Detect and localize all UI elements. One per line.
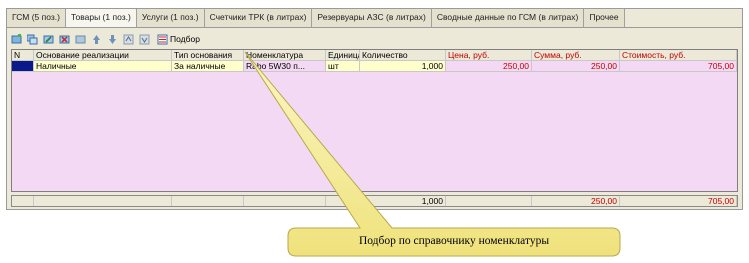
cell-basis-type[interactable]: За наличные <box>172 61 244 72</box>
document-form-panel: ГСМ (5 поз.) Товары (1 поз.) Услуги (1 п… <box>6 8 743 210</box>
cell-sum[interactable]: 250,00 <box>532 61 620 72</box>
col-header-sum[interactable]: Сумма, руб. <box>532 50 620 61</box>
callout-text: Подбор по справочнику номенклатуры <box>358 235 550 247</box>
tab-other[interactable]: Прочее <box>584 9 625 27</box>
tab-tanks[interactable]: Резервуары АЗС (в литрах) <box>312 9 432 27</box>
cell-basis[interactable]: Наличные <box>34 61 172 72</box>
tab-services[interactable]: Услуги (1 поз.) <box>136 9 205 27</box>
table-header-row: N Основание реализации Тип основания Ном… <box>12 50 737 61</box>
edit-row-icon[interactable] <box>43 34 54 45</box>
copy-row-icon[interactable] <box>27 34 38 45</box>
table-row[interactable]: Наличные За наличные Rabo 5W30 п... шт 1… <box>12 61 737 72</box>
sort-asc-icon[interactable] <box>123 34 134 45</box>
table-totals-row: 1,000 250,00 705,00 <box>11 195 738 207</box>
col-header-unit[interactable]: Единица <box>326 50 360 61</box>
tab-pump-counters[interactable]: Счетчики ТРК (в литрах) <box>204 9 313 27</box>
tab-bar: ГСМ (5 поз.) Товары (1 поз.) Услуги (1 п… <box>7 9 742 28</box>
col-header-basis[interactable]: Основание реализации <box>34 50 172 61</box>
tab-fuel[interactable]: ГСМ (5 поз.) <box>7 9 66 27</box>
select-button-label: Подбор <box>170 34 200 44</box>
select-button[interactable]: Подбор <box>157 34 200 45</box>
add-row-icon[interactable] <box>11 33 22 45</box>
move-up-icon[interactable] <box>91 34 102 45</box>
col-header-number[interactable]: N <box>12 50 34 61</box>
col-header-price[interactable]: Цена, руб. <box>446 50 532 61</box>
total-cost: 705,00 <box>620 196 737 206</box>
total-quantity: 1,000 <box>360 196 446 206</box>
total-sum: 250,00 <box>532 196 620 206</box>
delete-row-icon[interactable] <box>59 34 70 45</box>
cell-quantity[interactable]: 1,000 <box>360 61 446 72</box>
tab-goods[interactable]: Товары (1 поз.) <box>65 9 137 27</box>
select-list-icon <box>157 34 168 45</box>
cell-cost[interactable]: 705,00 <box>620 61 737 72</box>
goods-table: N Основание реализации Тип основания Ном… <box>11 49 738 192</box>
cell-item[interactable]: Rabo 5W30 п... <box>244 61 326 72</box>
end-edit-icon[interactable] <box>75 34 86 45</box>
col-header-basis-type[interactable]: Тип основания <box>172 50 244 61</box>
grid-toolbar: Подбор <box>11 31 200 47</box>
sort-desc-icon[interactable] <box>139 34 150 45</box>
col-header-cost[interactable]: Стоимость, руб. <box>620 50 737 61</box>
cell-price[interactable]: 250,00 <box>446 61 532 72</box>
tab-fuel-summary[interactable]: Сводные данные по ГСМ (в литрах) <box>431 9 585 27</box>
table-empty-area <box>12 72 737 191</box>
col-header-quantity[interactable]: Количество <box>360 50 446 61</box>
total-cell-basis-type <box>172 196 244 206</box>
move-down-icon[interactable] <box>107 34 118 45</box>
total-cell-unit <box>326 196 360 206</box>
col-header-item[interactable]: Номенклатура <box>244 50 326 61</box>
row-marker[interactable] <box>12 61 34 72</box>
total-cell-item <box>244 196 326 206</box>
total-cell-price <box>446 196 532 206</box>
total-cell-basis <box>34 196 172 206</box>
total-cell-number <box>12 196 34 206</box>
cell-unit[interactable]: шт <box>326 61 360 72</box>
